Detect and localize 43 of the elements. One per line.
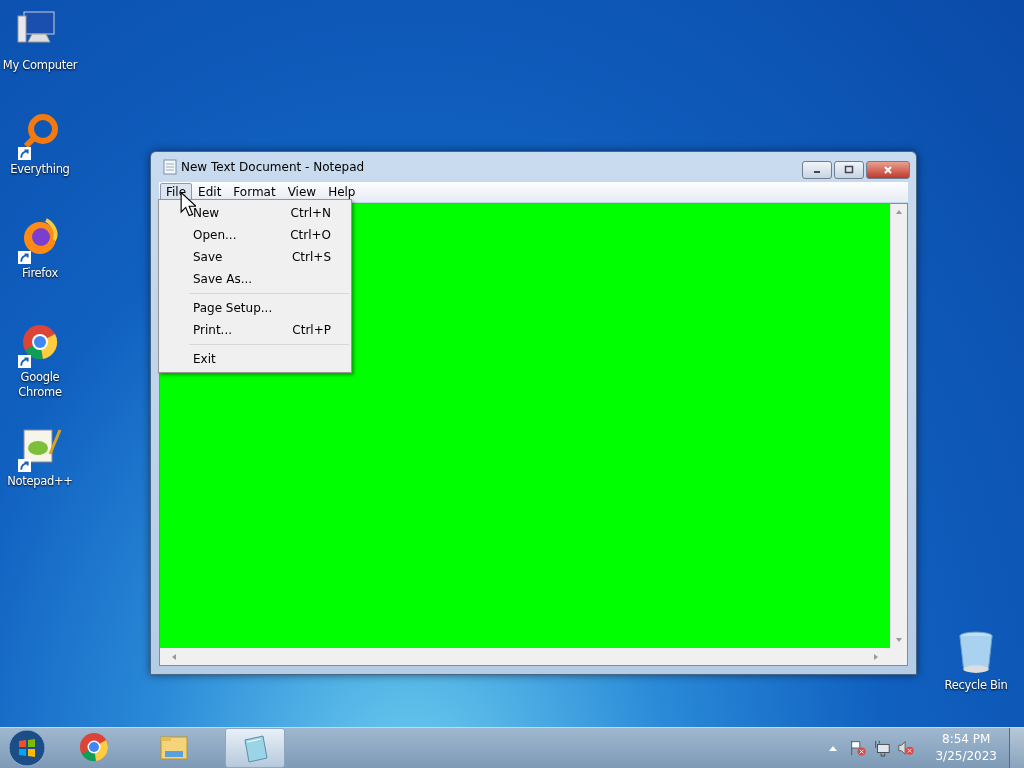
window-title: New Text Document - Notepad <box>181 160 366 174</box>
menu-option[interactable]: Save As... <box>159 268 351 290</box>
desktop-icon-label[interactable]: Recycle Bin <box>936 678 1016 693</box>
desktop-icon-label[interactable]: My Computer <box>0 58 80 73</box>
menu-option[interactable]: New Ctrl+N <box>159 202 351 224</box>
menu-item[interactable]: Help <box>322 183 362 201</box>
maximize-button[interactable] <box>834 161 864 179</box>
menu-option[interactable]: Save Ctrl+S <box>159 246 351 268</box>
menu-option[interactable]: Exit <box>159 348 351 370</box>
recycle-bin-icon[interactable] <box>957 630 995 676</box>
menu-option[interactable]: Print... Ctrl+P <box>159 319 351 341</box>
flag-icon[interactable] <box>849 739 868 757</box>
close-icon <box>883 165 893 175</box>
shortcut-label: Ctrl+S <box>291 250 331 264</box>
start-button[interactable] <box>7 728 47 768</box>
desktop-icon-label[interactable]: Everything <box>0 162 80 177</box>
taskbar-button[interactable] <box>225 728 285 768</box>
network-icon[interactable] <box>873 739 892 757</box>
horizontal-scrollbar[interactable] <box>160 648 890 665</box>
shortcut-label: Ctrl+O <box>290 228 331 242</box>
close-button[interactable] <box>866 161 910 179</box>
scroll-down-arrow-icon[interactable] <box>894 636 903 644</box>
desktop-icon-label[interactable]: Notepad++ <box>0 474 80 489</box>
shortcut-label: Ctrl+N <box>290 206 331 220</box>
menu-item[interactable]: View <box>281 183 323 201</box>
scroll-left-arrow-icon[interactable] <box>170 652 178 661</box>
scroll-right-arrow-icon[interactable] <box>872 652 880 661</box>
scroll-up-arrow-icon[interactable] <box>894 208 903 216</box>
notepad-icon <box>163 159 177 175</box>
menu-item[interactable]: Format <box>227 183 282 201</box>
vertical-scrollbar[interactable] <box>890 204 907 648</box>
muted-speaker-icon[interactable] <box>897 739 916 757</box>
chrome-icon <box>78 731 110 763</box>
menu-option[interactable]: Page Setup... <box>159 297 351 319</box>
shortcut-label: Ctrl+P <box>292 323 331 337</box>
show-hidden-icons-button[interactable] <box>829 745 838 751</box>
desktop-icon-label[interactable]: Firefox <box>0 266 80 281</box>
menu-item[interactable]: Edit <box>192 183 228 201</box>
menu-option[interactable]: Open... Ctrl+O <box>159 224 351 246</box>
show-desktop-button[interactable] <box>1009 728 1024 768</box>
minimize-button[interactable] <box>802 161 832 179</box>
maximize-icon <box>844 165 854 175</box>
desktop-icon-label[interactable]: Google Chrome <box>0 370 80 400</box>
